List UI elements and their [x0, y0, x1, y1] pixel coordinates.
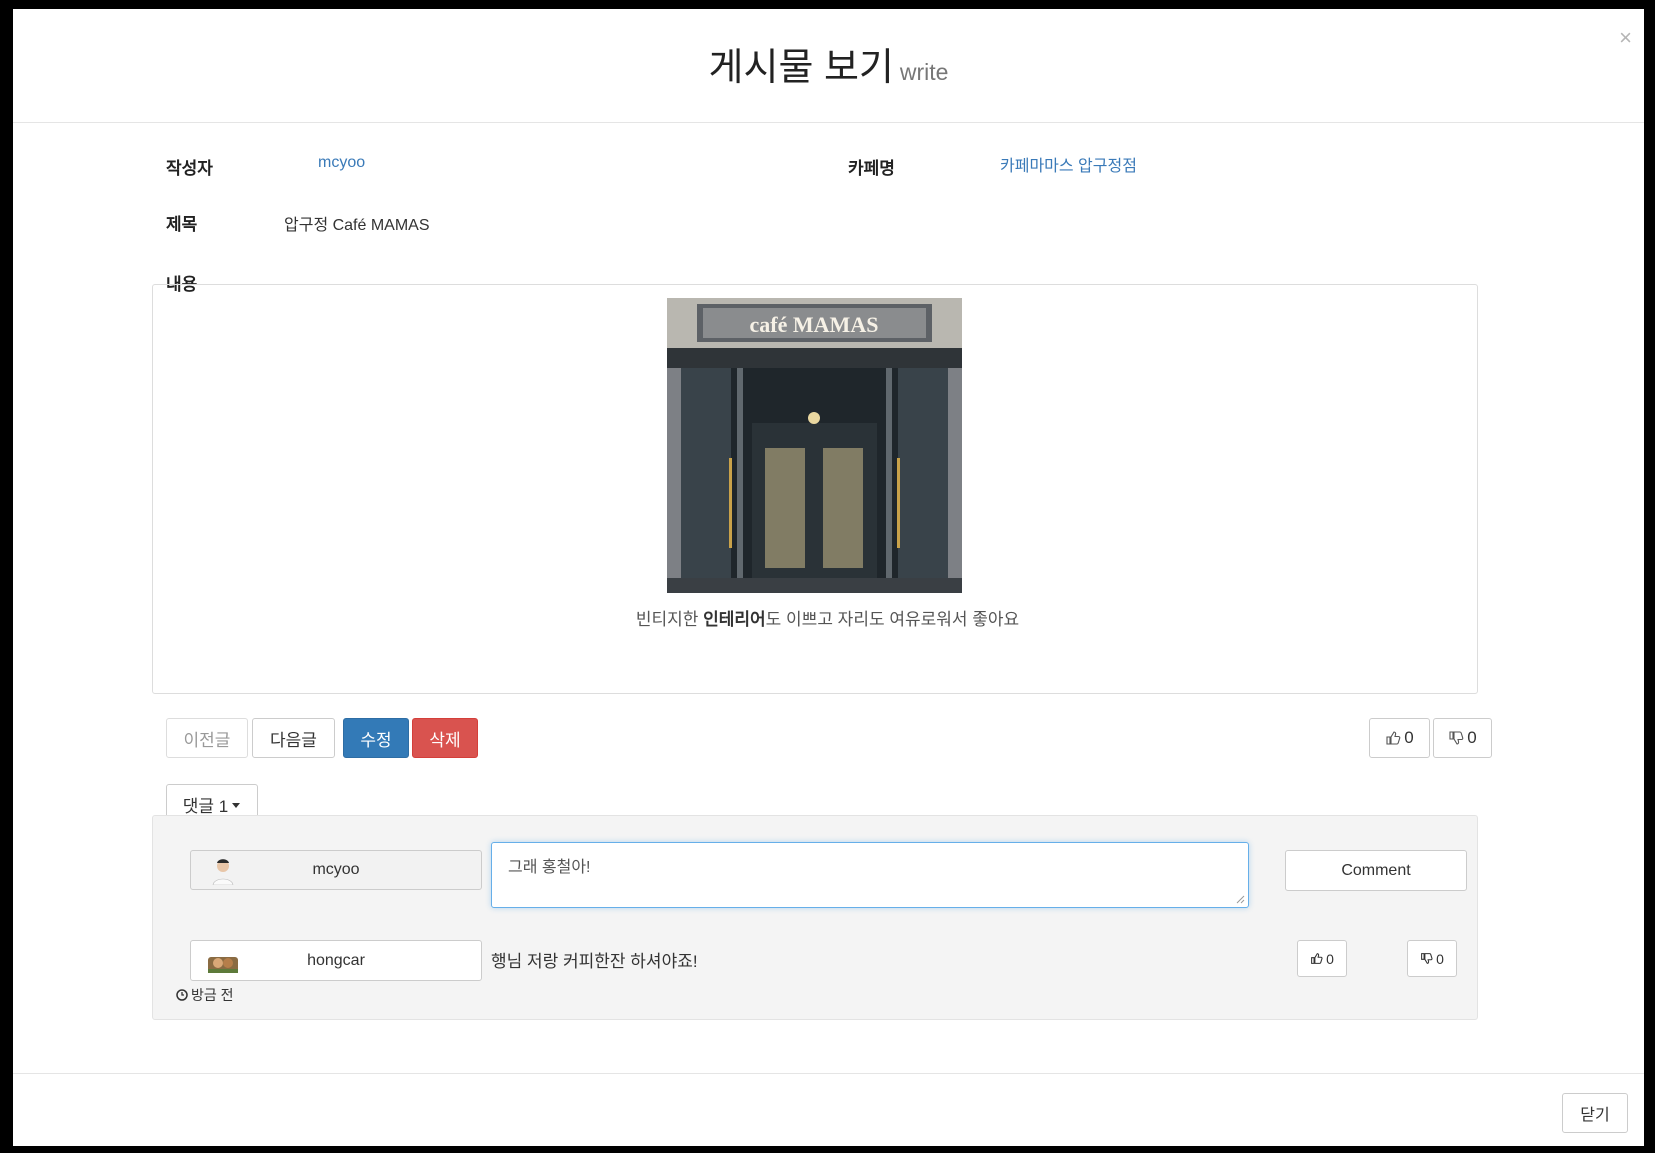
- cafe-label: 카페명: [848, 159, 895, 178]
- close-button[interactable]: 닫기: [1562, 1093, 1628, 1133]
- thumbs-up-icon: [1311, 953, 1323, 964]
- current-user-name: mcyoo: [312, 861, 360, 878]
- comment-like-count: 0: [1326, 950, 1334, 967]
- modal-subtitle: write: [899, 59, 949, 85]
- caption-bold: 인테리어: [703, 610, 766, 629]
- comment-like-button[interactable]: 0: [1297, 940, 1347, 977]
- like-button[interactable]: 0: [1369, 718, 1430, 758]
- current-user-chip: mcyoo: [190, 850, 482, 890]
- close-icon[interactable]: ×: [1619, 25, 1632, 51]
- thumbs-down-icon: [1421, 953, 1433, 964]
- post-title: 압구정 Café MAMAS: [284, 217, 430, 234]
- dislike-button[interactable]: 0: [1433, 718, 1492, 758]
- edit-button[interactable]: 수정: [343, 718, 409, 758]
- thumbs-down-icon: [1449, 731, 1464, 745]
- like-count: 0: [1404, 728, 1414, 747]
- delete-button[interactable]: 삭제: [412, 718, 478, 758]
- comment-time-text: 방금 전: [191, 987, 234, 1003]
- comment-dislike-button[interactable]: 0: [1407, 940, 1457, 977]
- comment-author-chip[interactable]: hongcar: [190, 940, 482, 981]
- thumbs-up-icon: [1386, 731, 1401, 745]
- comment-author-name: hongcar: [307, 951, 365, 969]
- clock-icon: [176, 989, 188, 1001]
- cafe-name-link[interactable]: 카페마마스 압구정점: [1000, 152, 1137, 176]
- content-caption: 빈티지한 인테리어도 이쁘고 자리도 여유로워서 좋아요: [0, 605, 1655, 630]
- modal-title-text: 게시물 보기: [708, 47, 894, 89]
- comment-dislike-count: 0: [1436, 950, 1444, 967]
- modal-header: 게시물 보기 write ×: [13, 9, 1644, 123]
- author-link[interactable]: mcyoo: [318, 154, 365, 172]
- comment-time: 방금 전: [176, 985, 234, 1005]
- title-label: 제목: [166, 215, 198, 234]
- next-post-button[interactable]: 다음글: [252, 718, 335, 758]
- author-label: 작성자: [166, 159, 213, 178]
- prev-post-button[interactable]: 이전글: [166, 718, 248, 758]
- modal-title: 게시물 보기 write: [13, 45, 1644, 95]
- modal-footer-divider: [13, 1073, 1644, 1074]
- cafe-photo: café MAMAS: [667, 298, 962, 593]
- resize-grip-icon[interactable]: [1236, 895, 1245, 904]
- caption-before: 빈티지한: [635, 610, 704, 629]
- comments-toggle-label: 댓글 1: [182, 797, 229, 816]
- caret-down-icon: [232, 802, 241, 808]
- comment-submit-button[interactable]: Comment: [1285, 850, 1467, 891]
- comment-text: 행님 저랑 커피한잔 하셔야죠!: [491, 952, 698, 971]
- sign-text: café MAMAS: [750, 312, 879, 337]
- caption-after: 도 이쁘고 자리도 여유로워서 좋아요: [765, 610, 1020, 629]
- comment-input[interactable]: 그래 홍철아!: [491, 842, 1249, 908]
- dislike-count: 0: [1467, 728, 1477, 747]
- comment-input-value: 그래 홍철아!: [508, 859, 591, 876]
